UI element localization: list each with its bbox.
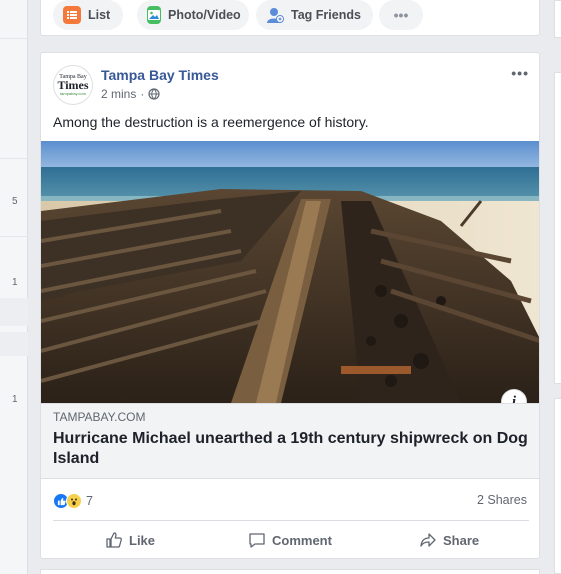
list-icon bbox=[63, 6, 81, 24]
right-card bbox=[554, 72, 561, 384]
right-card bbox=[554, 0, 561, 38]
link-domain: TAMPABAY.COM bbox=[53, 410, 146, 424]
share-label: Share bbox=[443, 532, 480, 548]
left-rail: 5 1 1 bbox=[0, 0, 28, 574]
post-text: Among the destruction is a reemergence o… bbox=[53, 114, 369, 130]
composer-options: List Photo/Video Tag Friends ••• bbox=[40, 0, 540, 36]
tag-friends-button[interactable]: Tag Friends bbox=[256, 0, 373, 30]
tag-friends-icon bbox=[266, 6, 284, 24]
reaction-summary[interactable]: 7 bbox=[53, 493, 93, 509]
reaction-count: 7 bbox=[86, 494, 93, 508]
thumbs-up-icon bbox=[106, 532, 122, 548]
rail-block bbox=[0, 298, 28, 326]
like-button[interactable]: Like bbox=[105, 529, 155, 551]
right-card bbox=[554, 398, 561, 574]
comment-button[interactable]: Comment bbox=[248, 529, 332, 551]
shares-count[interactable]: 2 Shares bbox=[477, 493, 527, 507]
avatar-logo: Times bbox=[57, 78, 89, 92]
globe-icon[interactable] bbox=[148, 88, 160, 100]
photo-video-button[interactable]: Photo/Video bbox=[137, 0, 249, 30]
page-name-link[interactable]: Tampa Bay Times bbox=[101, 67, 219, 83]
rail-block bbox=[0, 332, 28, 356]
right-rail bbox=[552, 0, 561, 574]
meta-separator: · bbox=[140, 87, 145, 101]
photo-icon bbox=[147, 6, 161, 24]
rail-count: 1 bbox=[12, 277, 18, 288]
share-arrow-icon bbox=[420, 533, 436, 547]
rail-count: 1 bbox=[12, 394, 18, 405]
rail-divider bbox=[0, 236, 28, 237]
link-preview[interactable]: TAMPABAY.COM Hurricane Michael unearthed… bbox=[41, 403, 539, 479]
more-options-button[interactable]: ••• bbox=[379, 0, 423, 30]
photo-video-label: Photo/Video bbox=[168, 8, 241, 22]
rail-count: 5 bbox=[12, 196, 18, 207]
actions-divider bbox=[53, 520, 529, 521]
tag-friends-label: Tag Friends bbox=[291, 8, 361, 22]
page-avatar[interactable]: Tampa Bay Times tampabay.com bbox=[53, 65, 93, 105]
post-meta: 2 mins · bbox=[101, 87, 160, 101]
news-feed-post: Tampa Bay Times tampabay.com Tampa Bay T… bbox=[40, 52, 540, 559]
like-label: Like bbox=[129, 532, 156, 548]
link-preview-image[interactable] bbox=[41, 141, 539, 403]
comment-icon bbox=[249, 533, 265, 548]
link-title[interactable]: Hurricane Michael unearthed a 19th centu… bbox=[53, 429, 533, 469]
list-label: List bbox=[88, 8, 111, 22]
comment-label: Comment bbox=[272, 532, 332, 548]
list-button[interactable]: List bbox=[53, 0, 123, 30]
share-button[interactable]: Share bbox=[419, 529, 479, 551]
post-options-button[interactable]: ••• bbox=[511, 65, 529, 81]
avatar-line: tampabay.com bbox=[60, 91, 86, 96]
rail-divider bbox=[0, 38, 28, 39]
shipwreck-photo bbox=[41, 141, 539, 403]
next-post bbox=[40, 569, 540, 574]
rail-divider bbox=[0, 158, 28, 159]
post-timestamp[interactable]: 2 mins bbox=[101, 87, 136, 101]
wow-reaction-icon bbox=[66, 493, 82, 509]
